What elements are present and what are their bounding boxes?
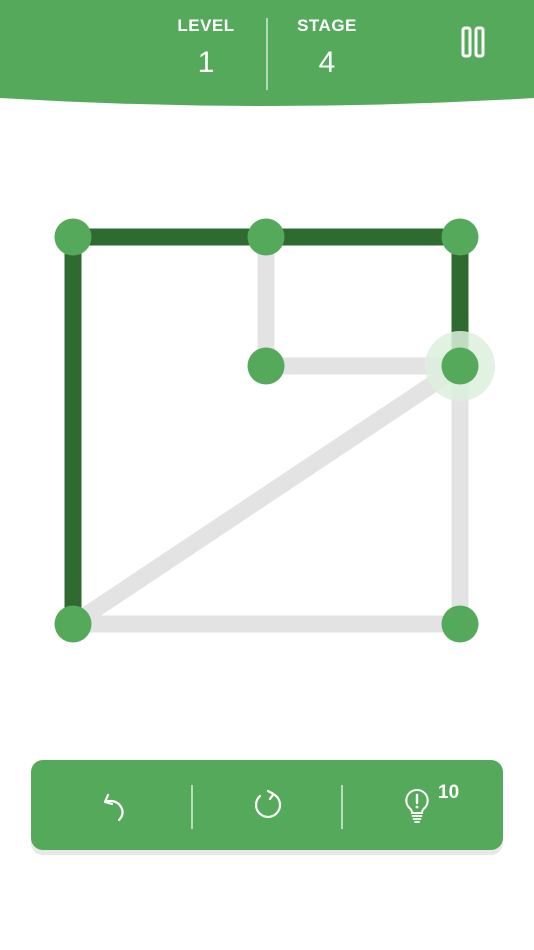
puzzle-board[interactable] [0,0,534,740]
restart-icon [254,789,282,818]
undo-icon [103,793,124,822]
puzzle-node[interactable] [441,218,479,256]
bottom-toolbar: 10 [31,760,503,850]
puzzle-node[interactable] [247,347,285,385]
lightbulb-hint-icon [405,788,429,823]
undrawn-edge [61,354,472,636]
active-node[interactable] [441,347,479,385]
game-screen: LEVEL 1 STAGE 4 10 [0,0,534,950]
hint-button[interactable] [342,760,492,850]
puzzle-node[interactable] [247,218,285,256]
restart-button[interactable] [192,760,342,850]
puzzle-node[interactable] [441,605,479,643]
puzzle-node[interactable] [54,605,92,643]
puzzle-node[interactable] [54,218,92,256]
hint-count-badge: 10 [438,782,460,803]
undo-button[interactable] [41,760,191,850]
